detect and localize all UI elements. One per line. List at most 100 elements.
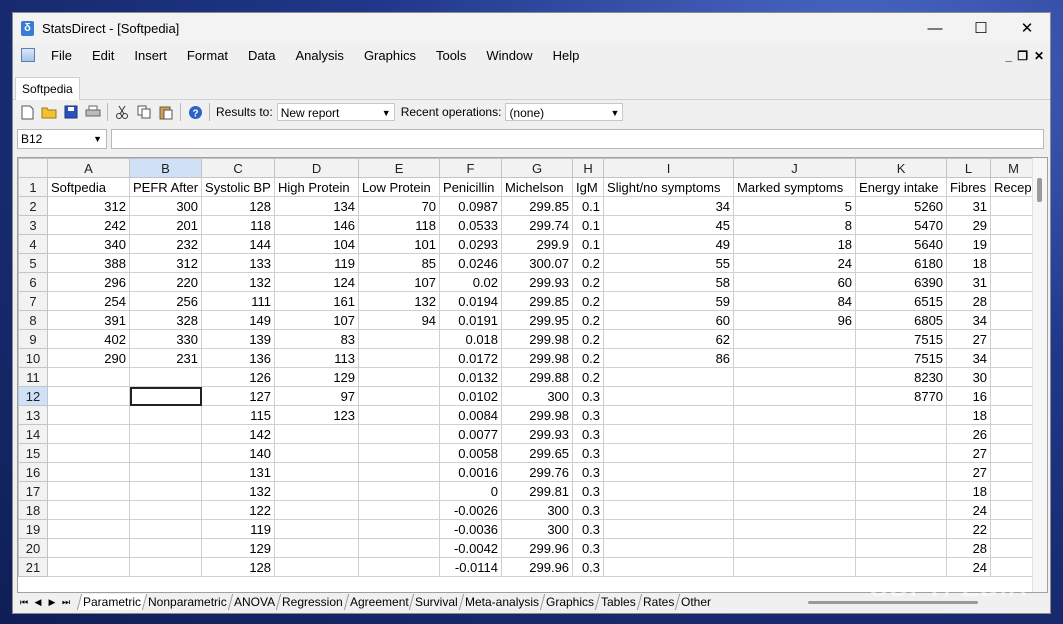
cell[interactable] [990,481,1038,501]
cell[interactable] [274,462,360,482]
cell[interactable]: 0.1 [572,234,605,254]
cell[interactable]: 18 [946,405,992,425]
cell[interactable]: 31 [946,196,992,216]
close-button[interactable]: ✕ [1004,13,1050,43]
cell[interactable]: 86 [603,348,735,368]
cell[interactable]: 45 [603,215,735,235]
cell[interactable]: 299.96 [501,557,574,577]
mdi-restore-icon[interactable]: ❐ [1017,49,1028,63]
cell[interactable]: 34 [946,348,992,368]
cell[interactable]: 60 [733,272,857,292]
cell[interactable] [128,367,203,387]
cell[interactable] [990,291,1038,311]
cell[interactable]: 6515 [855,291,948,311]
cell[interactable]: 84 [733,291,857,311]
recent-operations-select[interactable]: (none) ▼ [505,103,624,121]
cell[interactable] [603,500,735,520]
cell[interactable]: 299.98 [501,348,574,368]
cell[interactable] [990,348,1038,368]
cell[interactable] [603,519,735,539]
mdi-close-icon[interactable]: ✕ [1034,49,1044,63]
cell[interactable] [128,405,203,425]
menu-help[interactable]: Help [543,48,590,63]
cell[interactable]: 136 [201,348,276,368]
cell[interactable] [855,424,948,444]
cell[interactable]: 312 [47,196,130,216]
cell[interactable]: Energy intake [855,177,948,197]
cell[interactable]: 0.3 [572,557,605,577]
row-header[interactable]: 20 [18,538,48,558]
cell[interactable]: Softpedia [47,177,130,197]
corner-select-all[interactable] [18,158,48,178]
cell[interactable] [733,424,857,444]
cell[interactable]: 0.2 [572,272,605,292]
cell[interactable] [855,500,948,520]
cell[interactable] [733,348,857,368]
cell[interactable] [47,481,130,501]
row-header[interactable]: 11 [18,367,48,387]
cell[interactable]: 18 [946,481,992,501]
cell[interactable] [128,443,203,463]
cell[interactable] [128,500,203,520]
cell[interactable] [358,424,441,444]
cell[interactable]: 24 [946,500,992,520]
cell[interactable] [733,329,857,349]
row-header[interactable]: 8 [18,310,48,330]
cell[interactable] [603,557,735,577]
row-header[interactable]: 16 [18,462,48,482]
cell[interactable]: 0.0102 [439,386,503,406]
cell[interactable]: PEFR After [128,177,203,197]
help-icon[interactable]: ? [187,104,203,120]
cell[interactable]: 0.1 [572,215,605,235]
row-header[interactable]: 4 [18,234,48,254]
cell[interactable]: 161 [274,291,360,311]
cell[interactable]: 299.65 [501,443,574,463]
cut-icon[interactable] [114,104,130,120]
column-header-l[interactable]: L [946,158,992,178]
cell[interactable]: 104 [274,234,360,254]
cell[interactable]: 119 [274,253,360,273]
cell[interactable]: 299.98 [501,405,574,425]
cell[interactable] [358,386,441,406]
menu-tools[interactable]: Tools [426,48,476,63]
cell[interactable]: 8230 [855,367,948,387]
cell[interactable] [358,519,441,539]
cell[interactable]: 34 [603,196,735,216]
cell[interactable] [990,519,1038,539]
cell[interactable]: 28 [946,538,992,558]
column-header-k[interactable]: K [855,158,948,178]
cell[interactable]: 28 [946,291,992,311]
cell[interactable] [733,481,857,501]
cell[interactable]: 132 [201,481,276,501]
cell[interactable]: Systolic BP [201,177,276,197]
row-header[interactable]: 18 [18,500,48,520]
menu-analysis[interactable]: Analysis [286,48,354,63]
cell[interactable] [274,481,360,501]
cell[interactable] [47,557,130,577]
cell[interactable] [47,424,130,444]
cell[interactable]: 132 [358,291,441,311]
cell[interactable] [358,329,441,349]
cell[interactable]: 59 [603,291,735,311]
cell[interactable] [47,405,130,425]
cell[interactable] [733,557,857,577]
cell[interactable]: 0.0058 [439,443,503,463]
cell[interactable]: 330 [128,329,203,349]
cell[interactable] [274,500,360,520]
first-sheet-icon[interactable]: ⏮ [17,597,31,608]
cell[interactable]: 299.96 [501,538,574,558]
cell[interactable]: 0.2 [572,367,605,387]
cell[interactable]: 146 [274,215,360,235]
cell[interactable]: 16 [946,386,992,406]
cell[interactable]: Michelson [501,177,574,197]
cell[interactable] [990,386,1038,406]
cell[interactable]: 0.0172 [439,348,503,368]
cell[interactable] [603,405,735,425]
menu-file[interactable]: File [41,48,82,63]
cell[interactable]: 142 [201,424,276,444]
cell[interactable] [358,443,441,463]
cell[interactable]: 134 [274,196,360,216]
next-sheet-icon[interactable]: ▶ [45,597,59,608]
cell[interactable]: 0.018 [439,329,503,349]
results-to-select[interactable]: New report ▼ [276,103,395,121]
